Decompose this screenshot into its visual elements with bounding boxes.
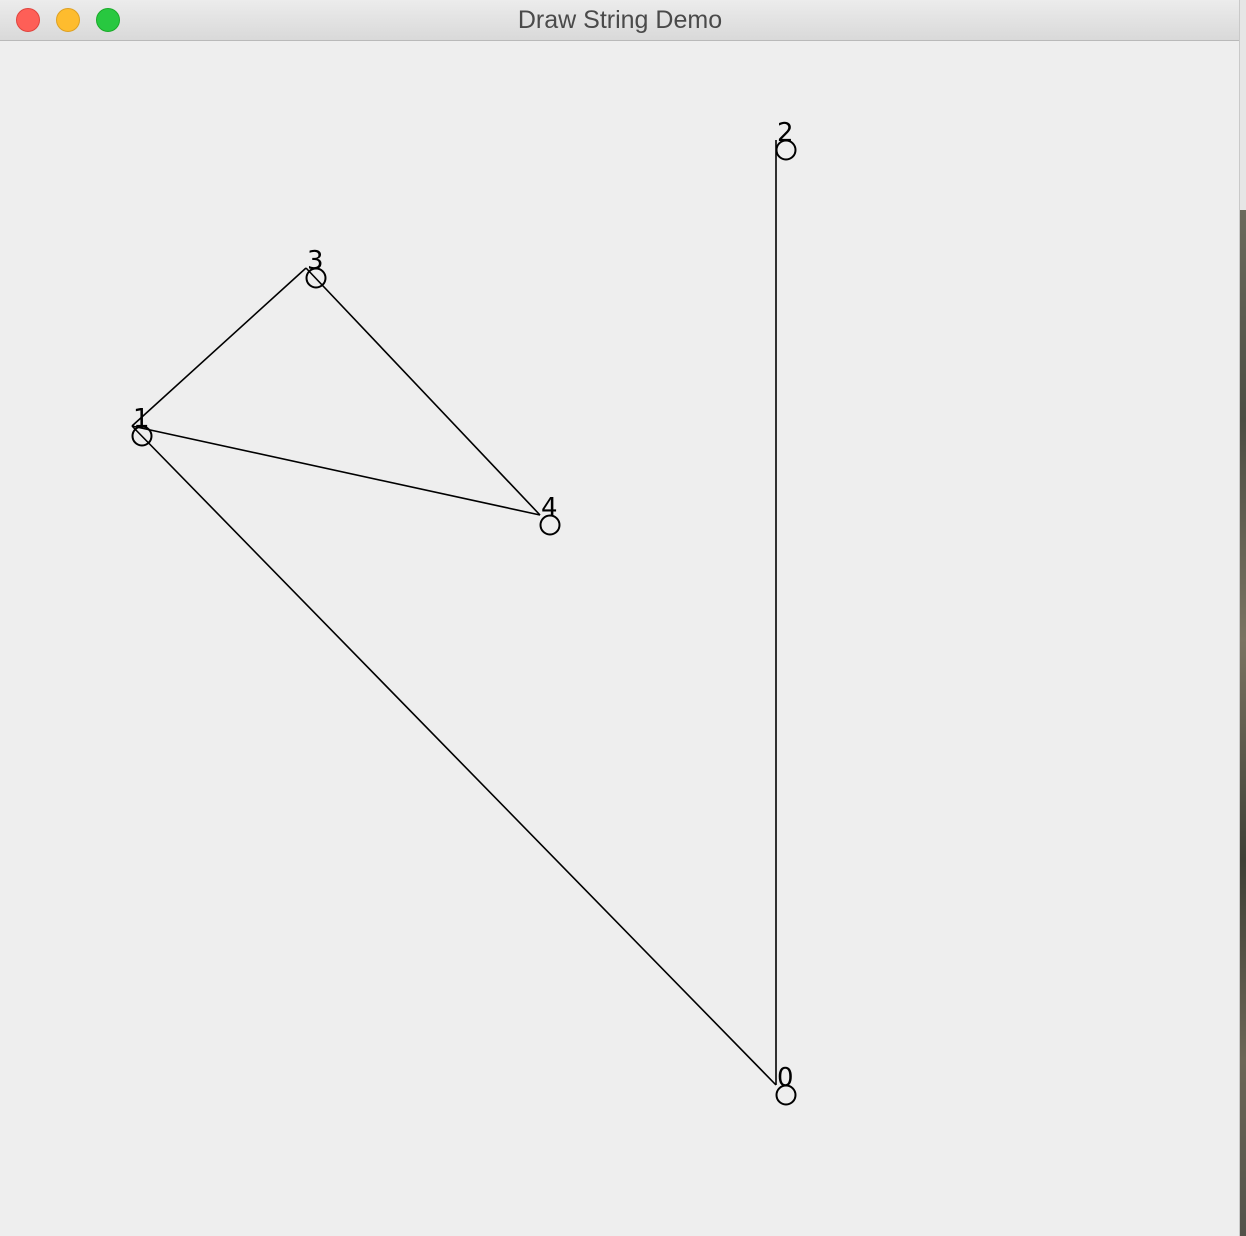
edge-1-3 [131,267,307,427]
app-window: Draw String Demo 0 1 2 3 4 [0,0,1240,1236]
edge-1-4 [131,425,541,516]
node-label: 2 [777,118,794,148]
node-2[interactable]: 2 [775,118,797,161]
node-label: 3 [307,246,324,276]
node-4[interactable]: 4 [539,493,561,536]
desktop-background [1240,0,1246,1236]
window-title: Draw String Demo [517,6,723,34]
nodes-layer: 0 1 2 3 4 [131,118,797,1106]
graph-drawing: 0 1 2 3 4 [131,118,797,1106]
node-0[interactable]: 0 [775,1063,797,1106]
title-bar[interactable]: Draw String Demo [0,0,1239,41]
node-3[interactable]: 3 [305,246,327,289]
edge-3-4 [305,267,541,516]
node-label: 0 [777,1063,794,1093]
node-1[interactable]: 1 [131,404,153,447]
edge-0-1 [131,425,777,1086]
node-label: 1 [133,404,150,434]
edges-layer [131,140,777,1086]
node-label: 4 [541,493,558,523]
drawing-canvas[interactable]: 0 1 2 3 4 [0,41,1239,1236]
